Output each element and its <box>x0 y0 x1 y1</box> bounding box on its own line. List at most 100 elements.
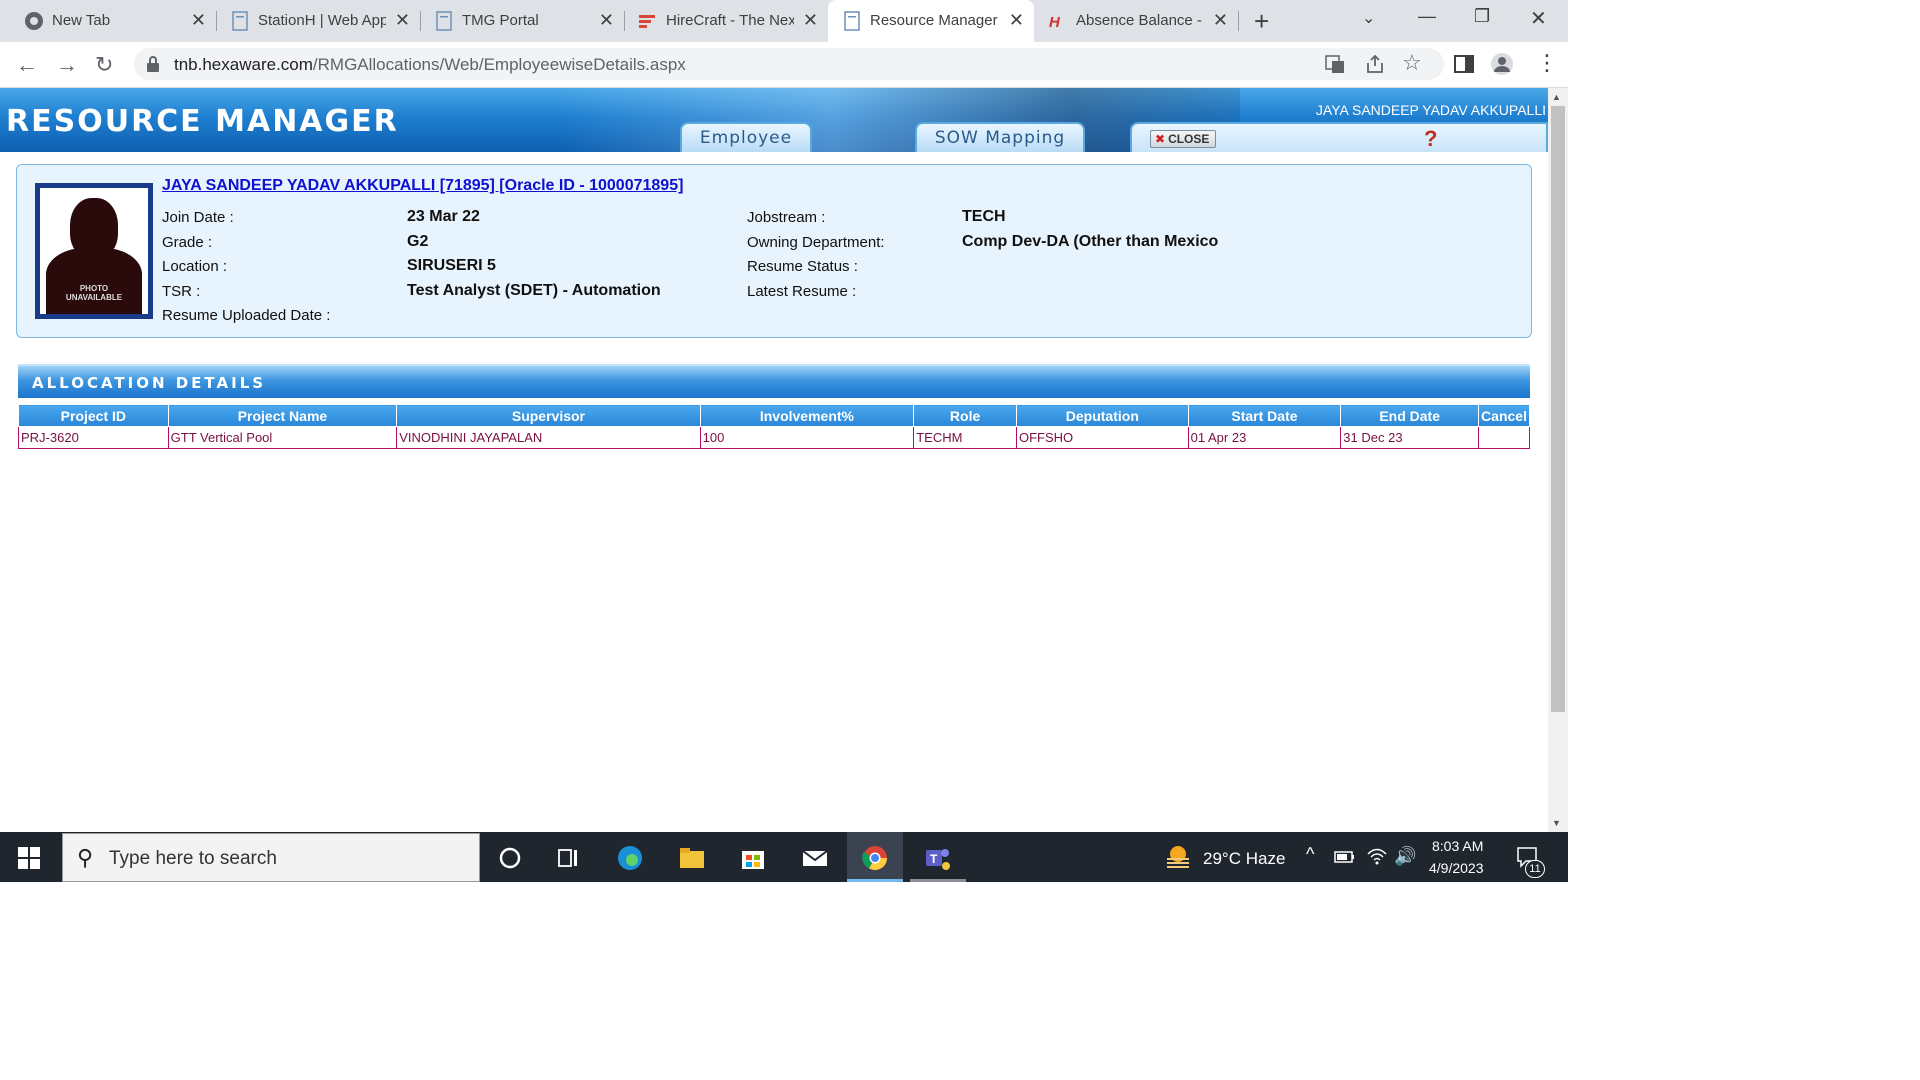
minimize-icon[interactable]: — <box>1418 6 1436 27</box>
share-icon[interactable] <box>1364 53 1386 75</box>
column-header[interactable]: Supervisor <box>396 404 701 427</box>
browser-tab-stationh[interactable]: StationH | Web App ✕ <box>216 0 420 42</box>
logged-in-user: JAYA SANDEEP YADAV AKKUPALLI <box>1315 102 1546 118</box>
page-icon <box>844 11 860 31</box>
tab-label: TMG Portal <box>462 12 539 29</box>
employee-details-panel: PHOTO UNAVAILABLE JAYA SANDEEP YADAV AKKU… <box>16 164 1532 338</box>
column-header[interactable]: Involvement% <box>699 404 915 427</box>
jobstream-label: Jobstream : <box>747 209 826 226</box>
new-tab-button[interactable]: + <box>1254 6 1269 37</box>
app-title: RESOURCE MANAGER <box>6 104 399 139</box>
scroll-thumb[interactable] <box>1551 106 1565 712</box>
resume-uploaded-date-label: Resume Uploaded Date : <box>162 307 331 324</box>
teams-icon[interactable]: T <box>922 844 952 872</box>
browser-tab-hirecraft[interactable]: HireCraft - The Nex ✕ <box>624 0 828 42</box>
column-header[interactable]: Cancel <box>1478 404 1530 427</box>
close-tab-icon[interactable]: ✕ <box>191 10 206 31</box>
window-close-icon[interactable]: ✕ <box>1530 6 1547 31</box>
show-hidden-icons-chevron-icon[interactable]: ^ <box>1306 844 1314 865</box>
page-icon <box>232 11 248 31</box>
join-date-label: Join Date : <box>162 209 234 226</box>
help-icon[interactable]: ? <box>1424 126 1437 152</box>
table-header-row: Project ID Project Name Supervisor Invol… <box>18 404 1530 427</box>
wifi-icon[interactable] <box>1366 846 1388 866</box>
bookmark-star-icon[interactable]: ☆ <box>1402 50 1422 76</box>
weather-haze-icon[interactable] <box>1163 844 1193 870</box>
tab-label: Resource Manager <box>870 12 998 29</box>
translate-icon[interactable] <box>1324 53 1346 75</box>
file-explorer-icon[interactable] <box>677 844 707 872</box>
cancel-cell[interactable] <box>1478 426 1530 449</box>
tab-label: HireCraft - The Nex <box>666 12 794 29</box>
close-tab-icon[interactable]: ✕ <box>1213 10 1228 31</box>
edge-browser-icon[interactable] <box>615 844 645 872</box>
scroll-down-arrow-icon[interactable]: ▼ <box>1552 818 1561 828</box>
close-tab-icon[interactable]: ✕ <box>1009 10 1024 31</box>
start-date-cell: 01 Apr 23 <box>1187 426 1342 449</box>
hi-icon: H <box>1049 14 1061 31</box>
mail-icon[interactable] <box>800 844 830 872</box>
volume-icon[interactable]: 🔊 <box>1394 846 1416 867</box>
back-arrow-icon[interactable]: ← <box>16 52 38 78</box>
tab-search-chevron-icon[interactable]: ⌄ <box>1362 8 1375 28</box>
restore-icon[interactable]: ❐ <box>1474 6 1490 27</box>
reload-icon[interactable]: ↻ <box>95 52 113 78</box>
project-id-cell: PRJ-3620 <box>18 426 169 449</box>
role-cell: TECHM <box>913 426 1017 449</box>
column-header[interactable]: End Date <box>1340 404 1480 427</box>
allocation-details-title: ALLOCATION DETAILS <box>32 374 267 392</box>
scroll-up-arrow-icon[interactable]: ▲ <box>1552 92 1561 102</box>
hirecraft-icon <box>639 15 655 28</box>
allocation-details-header: ALLOCATION DETAILS <box>18 364 1530 398</box>
close-tab-icon[interactable]: ✕ <box>395 10 410 31</box>
browser-tab-new-tab[interactable]: New Tab ✕ <box>10 0 216 42</box>
close-tab-icon[interactable]: ✕ <box>599 10 614 31</box>
column-header[interactable]: Start Date <box>1187 404 1342 427</box>
address-bar: ← → ↻ tnb.hexaware.com/RMGAllocations/We… <box>0 42 1568 88</box>
close-button[interactable]: ✖ CLOSE <box>1150 130 1217 148</box>
clock-time[interactable]: 8:03 AM <box>1432 838 1483 854</box>
grade-value: G2 <box>407 233 429 250</box>
taskbar-search-box[interactable]: ⚲ Type here to search <box>62 833 480 882</box>
location-label: Location : <box>162 258 228 275</box>
windows-start-icon[interactable] <box>18 847 40 869</box>
svg-text:H: H <box>1049 14 1061 31</box>
latest-resume-label: Latest Resume : <box>747 283 857 300</box>
profile-icon[interactable] <box>1490 52 1514 76</box>
battery-icon[interactable] <box>1334 849 1356 865</box>
cortana-icon[interactable] <box>495 844 525 872</box>
employee-name-link[interactable]: JAYA SANDEEP YADAV AKKUPALLI [71895] [Or… <box>162 177 683 195</box>
browser-tab-tmg-portal[interactable]: TMG Portal ✕ <box>420 0 624 42</box>
column-header[interactable]: Role <box>913 404 1017 427</box>
column-header[interactable]: Deputation <box>1016 404 1189 427</box>
url-field[interactable]: tnb.hexaware.com/RMGAllocations/Web/Empl… <box>134 48 1444 80</box>
employee-photo: PHOTO UNAVAILABLE <box>35 183 153 319</box>
table-row[interactable]: PRJ-3620 GTT Vertical Pool VINODHINI JAY… <box>18 426 1530 449</box>
tab-label: New Tab <box>52 12 111 29</box>
browser-tab-resource-manager[interactable]: Resource Manager ✕ <box>828 0 1034 42</box>
side-panel-icon[interactable] <box>1452 52 1476 76</box>
clock-date[interactable]: 4/9/2023 <box>1429 860 1484 876</box>
lock-icon[interactable] <box>146 56 160 72</box>
owning-department-label: Owning Department: <box>747 234 885 251</box>
tsr-label: TSR : <box>162 283 201 300</box>
page-scrollbar[interactable]: ▲ ▼ <box>1548 88 1568 832</box>
task-view-icon[interactable] <box>553 844 583 872</box>
microsoft-store-icon[interactable] <box>738 844 768 872</box>
forward-arrow-icon[interactable]: → <box>56 52 78 78</box>
browser-menu-icon[interactable]: ⋮ <box>1536 50 1558 76</box>
close-tab-icon[interactable]: ✕ <box>803 10 818 31</box>
weather-text[interactable]: 29°C Haze <box>1203 849 1285 869</box>
join-date-value: 23 Mar 22 <box>407 208 480 225</box>
tab-label: StationH | Web App <box>258 12 386 29</box>
column-header[interactable]: Project Name <box>167 404 398 427</box>
chrome-taskbar-icon[interactable] <box>860 844 890 872</box>
close-x-icon: ✖ <box>1155 132 1166 146</box>
tab-sow-mapping[interactable]: SOW Mapping <box>915 122 1085 152</box>
grade-label: Grade : <box>162 234 213 251</box>
browser-tab-absence-balance[interactable]: H Absence Balance - ✕ <box>1034 0 1238 42</box>
tab-employee[interactable]: Employee <box>680 122 812 152</box>
app-banner: RESOURCE MANAGER JAYA SANDEEP YADAV AKKU… <box>0 88 1548 152</box>
close-area: ✖ CLOSE ? <box>1130 122 1548 152</box>
column-header[interactable]: Project ID <box>18 404 169 427</box>
